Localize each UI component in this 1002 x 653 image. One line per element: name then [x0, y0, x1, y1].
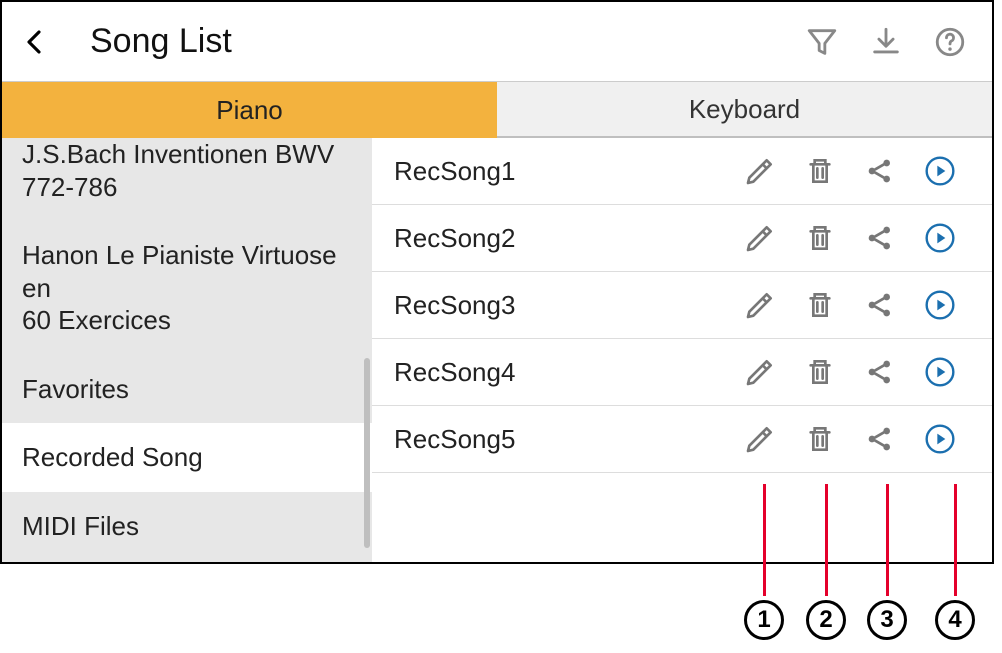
trash-icon[interactable]	[790, 149, 850, 193]
sidebar-item-recorded[interactable]: Recorded Song	[2, 423, 372, 492]
share-icon[interactable]	[850, 283, 910, 327]
tab-keyboard[interactable]: Keyboard	[497, 82, 992, 138]
edit-icon[interactable]	[730, 216, 790, 260]
song-row: RecSong5	[372, 406, 992, 473]
play-icon[interactable]	[910, 216, 970, 260]
song-name: RecSong5	[394, 424, 730, 455]
share-icon[interactable]	[850, 149, 910, 193]
page-title: Song List	[90, 22, 232, 61]
callout-1: 1	[744, 600, 784, 640]
trash-icon[interactable]	[790, 350, 850, 394]
callout-line	[886, 484, 889, 596]
edit-icon[interactable]	[730, 149, 790, 193]
song-row: RecSong1	[372, 138, 992, 205]
song-row: RecSong3	[372, 272, 992, 339]
tabs: Piano Keyboard	[2, 82, 992, 138]
song-row: RecSong2	[372, 205, 992, 272]
song-name: RecSong1	[394, 156, 730, 187]
sidebar-item-favorites[interactable]: Favorites	[2, 355, 372, 424]
trash-icon[interactable]	[790, 216, 850, 260]
sidebar-item-bach[interactable]: J.S.Bach Inventionen BWV 772-786	[2, 138, 372, 221]
trash-icon[interactable]	[790, 417, 850, 461]
header: Song List	[2, 2, 992, 82]
song-name: RecSong2	[394, 223, 730, 254]
callout-2: 2	[806, 600, 846, 640]
tab-piano[interactable]: Piano	[2, 82, 497, 138]
edit-icon[interactable]	[730, 350, 790, 394]
edit-icon[interactable]	[730, 283, 790, 327]
app-window: Song List Piano Keyboard J.S.Bach Invent…	[0, 0, 994, 564]
trash-icon[interactable]	[790, 283, 850, 327]
callout-line	[763, 484, 766, 596]
play-icon[interactable]	[910, 350, 970, 394]
callout-line	[954, 484, 957, 596]
download-icon[interactable]	[860, 16, 912, 68]
filter-icon[interactable]	[796, 16, 848, 68]
edit-icon[interactable]	[730, 417, 790, 461]
share-icon[interactable]	[850, 350, 910, 394]
help-icon[interactable]	[924, 16, 976, 68]
callout-line	[825, 484, 828, 596]
sidebar-item-hanon[interactable]: Hanon Le Pianiste Virtuose en 60 Exercic…	[2, 221, 372, 355]
callout-4: 4	[935, 600, 975, 640]
share-icon[interactable]	[850, 216, 910, 260]
play-icon[interactable]	[910, 283, 970, 327]
song-row: RecSong4	[372, 339, 992, 406]
song-name: RecSong3	[394, 290, 730, 321]
play-icon[interactable]	[910, 417, 970, 461]
callout-3: 3	[867, 600, 907, 640]
song-list: RecSong1 RecSong2 RecSong3	[372, 138, 992, 562]
scrollbar[interactable]	[364, 358, 370, 548]
sidebar-item-midi[interactable]: MIDI Files	[2, 492, 372, 561]
play-icon[interactable]	[910, 149, 970, 193]
sidebar: J.S.Bach Inventionen BWV 772-786 Hanon L…	[2, 138, 372, 562]
share-icon[interactable]	[850, 417, 910, 461]
song-name: RecSong4	[394, 357, 730, 388]
back-button[interactable]	[10, 18, 58, 66]
